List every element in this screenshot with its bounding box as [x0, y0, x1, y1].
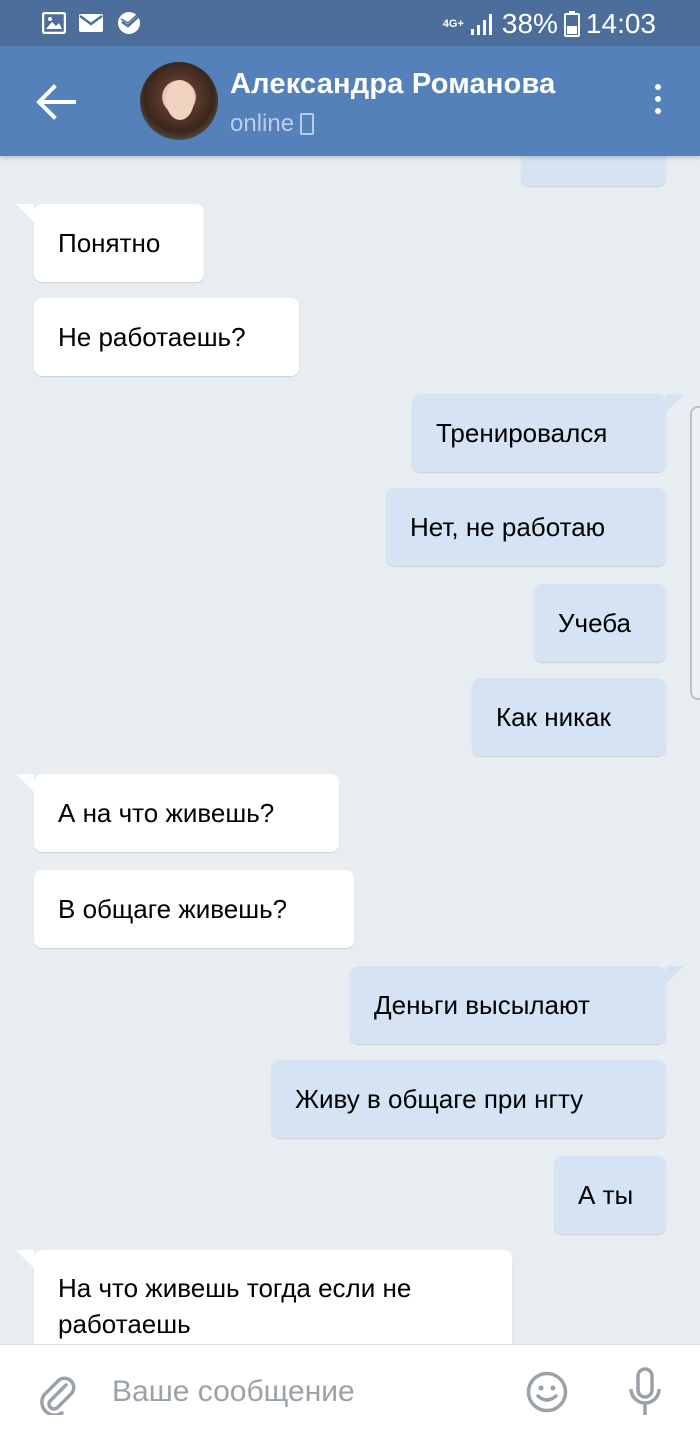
message-text: А на что живешь? [58, 798, 275, 828]
message-bubble[interactable]: Деньги высылают [350, 966, 684, 1044]
message-text: Понятно [58, 228, 161, 258]
message-bubble[interactable]: А ты [554, 1156, 666, 1234]
message-bubble[interactable]: Не работаешь? [34, 298, 299, 376]
chat-header: Александра Романова online [0, 46, 700, 156]
signal-icon [470, 14, 492, 35]
sberbank-icon [118, 12, 140, 34]
back-arrow-icon[interactable] [34, 82, 78, 122]
contact-status: online [230, 110, 315, 138]
message-list[interactable]: Понятно Не работаешь? Тренировался Нет, … [0, 156, 700, 1344]
microphone-icon[interactable] [628, 1367, 662, 1419]
mobile-icon [300, 113, 315, 135]
battery-icon [563, 11, 580, 37]
contact-name[interactable]: Александра Романова [230, 68, 555, 101]
message-text: Деньги высылают [374, 990, 590, 1020]
emoji-icon[interactable] [526, 1371, 568, 1413]
message-text: Как никак [496, 702, 611, 732]
mail-icon [79, 14, 103, 32]
network-type: 4G+ [442, 18, 464, 30]
message-text: Тренировался [436, 418, 608, 448]
paperclip-icon[interactable] [36, 1371, 76, 1415]
avatar[interactable] [140, 62, 218, 140]
image-icon [42, 12, 66, 34]
message-text: А ты [578, 1180, 634, 1210]
message-bubble[interactable]: Нет, не работаю [386, 488, 666, 566]
message-text: Живу в общаге при нгту [295, 1084, 584, 1114]
message-bubble[interactable]: Понятно [16, 204, 204, 282]
message-bubble[interactable]: На что живешь тогда если не работаешь [16, 1250, 512, 1344]
message-bubble-partial [521, 156, 666, 186]
message-input[interactable]: Ваше сообщение [112, 1375, 355, 1409]
message-input-bar: Ваше сообщение [0, 1344, 700, 1439]
more-menu-icon[interactable] [652, 84, 664, 120]
battery-percent: 38% [501, 8, 558, 39]
message-bubble[interactable]: А на что живешь? [16, 774, 339, 852]
message-bubble[interactable]: Как никак [472, 678, 666, 756]
online-status-text: online [230, 110, 295, 137]
message-bubble[interactable]: Живу в общаге при нгту [271, 1060, 666, 1138]
message-bubble[interactable]: Тренировался [412, 394, 684, 472]
message-text: Не работаешь? [58, 322, 246, 352]
message-text: В общаге живешь? [58, 894, 288, 924]
message-text: Учеба [558, 608, 631, 638]
message-bubble[interactable]: Учеба [534, 584, 666, 662]
message-text: Нет, не работаю [410, 512, 606, 542]
scrollbar[interactable] [690, 406, 700, 700]
status-bar: 4G+ 38% 14:03 [0, 0, 700, 46]
message-bubble[interactable]: В общаге живешь? [34, 870, 354, 948]
message-text: На что живешь тогда если не работаешь [58, 1273, 412, 1339]
clock: 14:03 [585, 8, 656, 39]
